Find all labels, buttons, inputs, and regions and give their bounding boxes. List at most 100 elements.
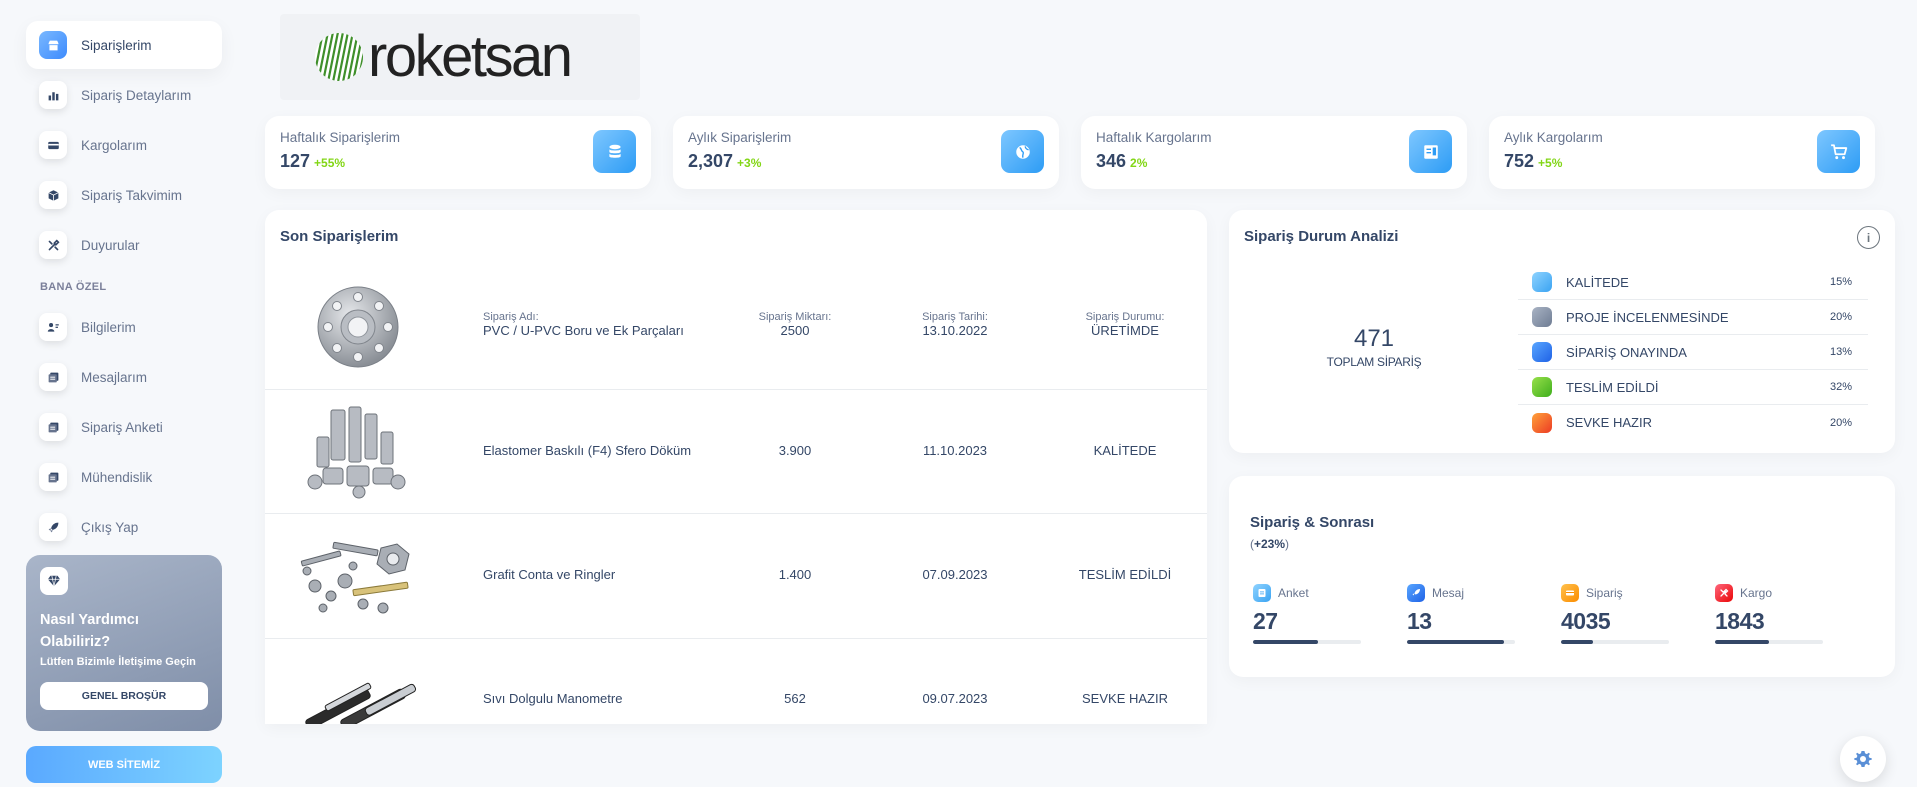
order-name-cell: Sıvı Dolgulu Manometre bbox=[483, 691, 622, 706]
stat-label: Haftalık Kargolarım bbox=[1096, 130, 1212, 145]
metric-progress-bar bbox=[1561, 640, 1669, 644]
metric-progress-fill bbox=[1253, 640, 1318, 644]
table-row[interactable]: Sıvı Dolgulu Manometre 562 09.07.2023 SE… bbox=[265, 639, 1207, 724]
brochure-button[interactable]: GENEL BROŞÜR bbox=[40, 682, 208, 710]
metric-progress-fill bbox=[1561, 640, 1594, 644]
order-status: SEVKE HAZIR bbox=[1082, 691, 1168, 706]
status-percent: 20% bbox=[1829, 416, 1852, 429]
total-orders: 471 TOPLAM SİPARİŞ bbox=[1279, 325, 1469, 369]
status-percent: 13% bbox=[1829, 346, 1852, 358]
sidebar-item-cikis-yap[interactable]: Çıkış Yap bbox=[26, 503, 222, 551]
stat-card-monthly-orders: Aylık Siparişlerim 2,307 +3% bbox=[673, 116, 1059, 189]
order-qty-label: Sipariş Miktarı: bbox=[758, 311, 832, 323]
subtitle-close: ) bbox=[1285, 537, 1290, 551]
stat-value: 2,307 bbox=[688, 151, 734, 171]
order-status: KALİTEDE bbox=[1093, 443, 1157, 458]
sidebar-item-label: Kargolarım bbox=[81, 137, 148, 153]
status-item: PROJE İNCELENMESİNDE 20% bbox=[1518, 300, 1868, 335]
after-order-subtitle: (+23%) bbox=[1250, 537, 1289, 551]
sidebar-item-kargolarim[interactable]: Kargolarım bbox=[26, 121, 222, 169]
order-name-label: Sipariş Adı: bbox=[483, 311, 539, 323]
metric-label: Mesaj bbox=[1432, 586, 1465, 600]
stat-card-weekly-orders: Haftalık Siparişlerim 127 +55% bbox=[265, 116, 651, 189]
metric-progress-fill bbox=[1715, 640, 1769, 644]
sidebar-item-label: Duyurular bbox=[81, 237, 140, 253]
help-card: Nasıl Yardımcı Olabiliriz? Lütfen Biziml… bbox=[26, 555, 222, 731]
metric-label: Sipariş bbox=[1586, 586, 1623, 600]
website-button[interactable]: WEB SİTEMİZ bbox=[26, 746, 222, 783]
rocket-icon bbox=[1407, 584, 1425, 602]
order-name-cell: Grafit Conta ve Ringler bbox=[483, 567, 615, 582]
after-order-card: Sipariş & Sonrası (+23%) Anket 27 Mesaj … bbox=[1229, 476, 1895, 677]
total-orders-value: 471 bbox=[1353, 325, 1395, 352]
stat-card-weekly-cargo: Haftalık Kargolarım 346 2% bbox=[1081, 116, 1467, 189]
status-color-swatch bbox=[1532, 412, 1552, 433]
sidebar-item-muhendislik[interactable]: Mühendislik bbox=[26, 453, 222, 501]
help-title: Nasıl Yardımcı Olabiliriz? bbox=[40, 612, 139, 650]
status-color-swatch bbox=[1532, 272, 1552, 292]
product-image-flange bbox=[317, 286, 399, 368]
table-row[interactable]: Elastomer Baskılı (F4) Sfero Döküm 3.900… bbox=[265, 390, 1207, 514]
product-image-pipe-fittings bbox=[307, 406, 406, 499]
stat-label: Haftalık Siparişlerim bbox=[280, 130, 401, 145]
sidebar-item-bilgilerim[interactable]: Bilgilerim bbox=[26, 303, 222, 351]
document-icon bbox=[39, 413, 67, 441]
stat-label: Aylık Siparişlerim bbox=[688, 130, 792, 145]
status-color-swatch bbox=[1532, 307, 1552, 327]
order-date: 11.10.2023 bbox=[922, 443, 988, 458]
after-order-title: Sipariş & Sonrası bbox=[1250, 514, 1375, 531]
sidebar-item-siparis-detaylarim[interactable]: Sipariş Detaylarım bbox=[26, 71, 222, 119]
sidebar-item-label: Mühendislik bbox=[81, 469, 153, 485]
metric-value: 13 bbox=[1407, 608, 1432, 634]
order-status-analysis-card: Sipariş Durum Analizi i 471 TOPLAM SİPAR… bbox=[1229, 210, 1895, 453]
order-status: ÜRETİMDE bbox=[1091, 323, 1159, 338]
order-qty: 3.900 bbox=[778, 443, 812, 458]
document-icon bbox=[1253, 584, 1271, 602]
sidebar-item-duyurular[interactable]: Duyurular bbox=[26, 221, 222, 269]
sidebar-item-siparis-takvimim[interactable]: Sipariş Takvimim bbox=[26, 171, 222, 219]
sidebar-item-siparislerim[interactable]: Siparişlerim bbox=[26, 21, 222, 69]
recent-orders-title: Son Siparişlerim bbox=[280, 228, 399, 245]
stat-change: 2% bbox=[1130, 156, 1148, 170]
box-icon bbox=[39, 181, 67, 209]
settings-button[interactable] bbox=[1840, 736, 1886, 782]
total-orders-label: TOPLAM SİPARİŞ bbox=[1326, 355, 1422, 369]
order-date-cell: Sipariş Tarihi: 13.10.2022 bbox=[885, 311, 1025, 338]
globe-icon bbox=[1001, 130, 1044, 173]
metric-label: Anket bbox=[1278, 586, 1309, 600]
order-name-cell: Sipariş Adı: PVC / U-PVC Boru ve Ek Parç… bbox=[483, 311, 684, 338]
product-image-cylinders bbox=[305, 682, 417, 724]
metric-kargo: Kargo 1843 bbox=[1715, 584, 1827, 644]
stat-label: Aylık Kargolarım bbox=[1504, 130, 1603, 145]
metric-value: 1843 bbox=[1715, 608, 1765, 634]
info-icon[interactable]: i bbox=[1857, 226, 1880, 249]
stat-value: 752 bbox=[1504, 151, 1535, 171]
sidebar-item-label: Mesajlarım bbox=[81, 369, 148, 385]
sidebar-item-label: Sipariş Detaylarım bbox=[81, 87, 192, 103]
rocket-icon bbox=[39, 513, 67, 541]
metric-progress-bar bbox=[1715, 640, 1823, 644]
cart-icon bbox=[1817, 130, 1860, 173]
status-percent: 15% bbox=[1829, 276, 1852, 288]
sidebar-item-label: Bilgilerim bbox=[81, 319, 136, 335]
logo-text: roketsan bbox=[368, 24, 573, 89]
status-label: SİPARİŞ ONAYINDA bbox=[1566, 344, 1687, 360]
sidebar-item-siparis-anketi[interactable]: Sipariş Anketi bbox=[26, 403, 222, 451]
sidebar-item-label: Sipariş Takvimim bbox=[81, 187, 183, 203]
company-logo: roketsan bbox=[280, 14, 640, 100]
stat-card-monthly-cargo: Aylık Kargolarım 752 +5% bbox=[1489, 116, 1875, 189]
stat-value-row: 127 +55% bbox=[280, 151, 636, 172]
table-row[interactable]: Grafit Conta ve Ringler 1.400 07.09.2023… bbox=[265, 514, 1207, 639]
sidebar-item-mesajlarim[interactable]: Mesajlarım bbox=[26, 353, 222, 401]
metric-label: Kargo bbox=[1740, 586, 1773, 600]
status-percent: 20% bbox=[1829, 311, 1852, 323]
order-name: Grafit Conta ve Ringler bbox=[483, 567, 616, 582]
gear-icon bbox=[1854, 751, 1872, 767]
status-item: SİPARİŞ ONAYINDA 13% bbox=[1518, 335, 1868, 370]
status-label: SEVKE HAZIR bbox=[1566, 415, 1652, 430]
sidebar-item-label: Siparişlerim bbox=[81, 37, 152, 53]
stat-value: 346 bbox=[1096, 151, 1127, 171]
order-name: Sıvı Dolgulu Manometre bbox=[483, 691, 623, 706]
table-row[interactable]: Sipariş Adı: PVC / U-PVC Boru ve Ek Parç… bbox=[265, 265, 1207, 390]
stat-change: +5% bbox=[1538, 156, 1563, 170]
